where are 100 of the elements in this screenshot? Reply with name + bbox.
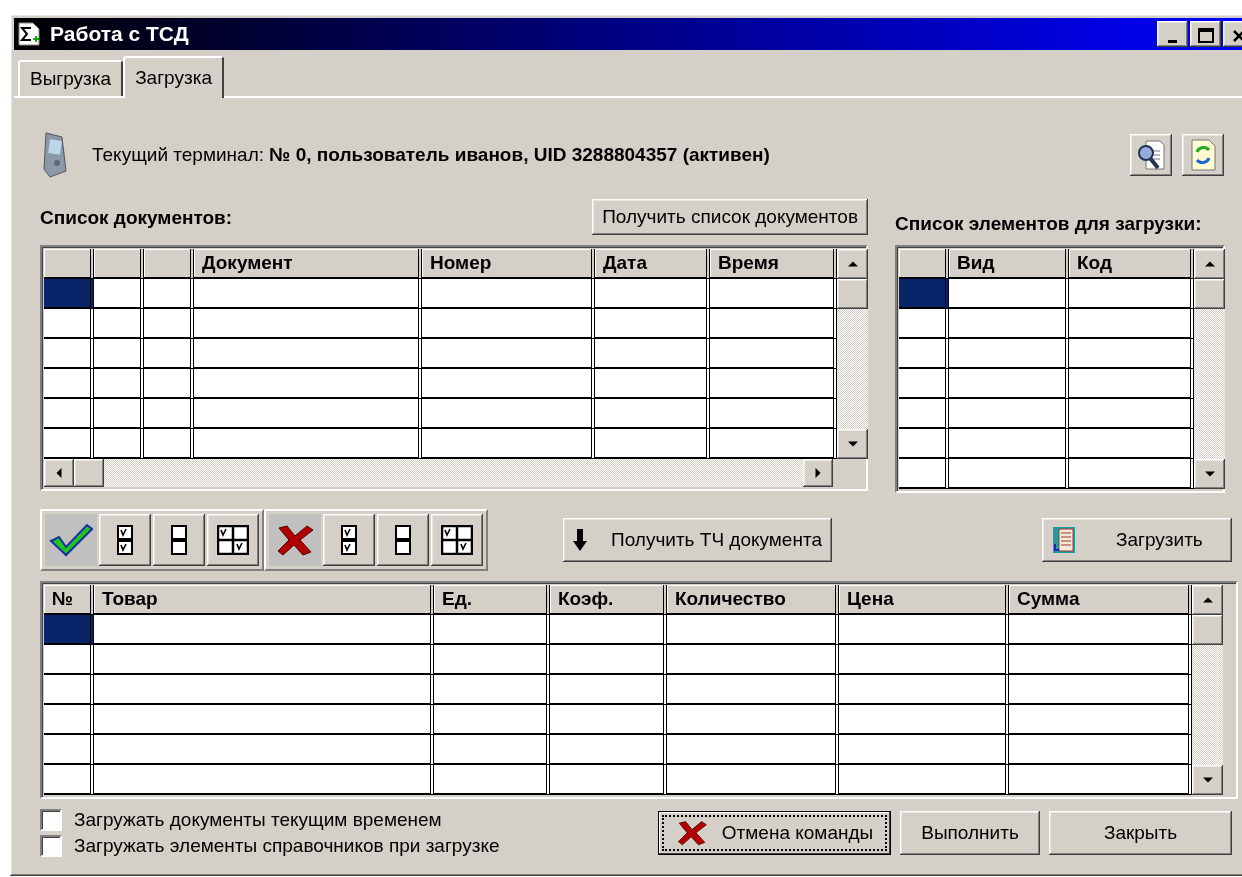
table-cell[interactable] [44,369,94,399]
column-header[interactable]: Вид [949,249,1069,279]
table-cell[interactable] [94,339,144,369]
table-cell[interactable] [899,399,949,429]
table-cell[interactable] [839,675,1009,705]
table-cell[interactable] [1069,369,1194,399]
selected-cell[interactable] [44,279,94,309]
select-all-button[interactable] [45,514,97,566]
vertical-scrollbar[interactable] [837,249,868,459]
table-cell[interactable] [194,279,422,309]
checkbox[interactable] [40,835,62,857]
table-cell[interactable] [595,279,710,309]
option-checkbox[interactable]: Загружать документы текущим временем [40,809,658,831]
table-cell[interactable] [710,429,837,459]
grid-toggle-button[interactable] [207,514,259,566]
table-cell[interactable] [595,309,710,339]
table-cell[interactable] [550,645,667,675]
table-cell[interactable] [44,429,94,459]
table-cell[interactable] [839,765,1009,795]
table-cell[interactable] [194,399,422,429]
table-cell[interactable] [949,399,1069,429]
checkbox[interactable] [40,809,62,831]
column-header[interactable]: Код [1069,249,1194,279]
table-cell[interactable] [94,369,144,399]
scroll-down-button[interactable] [1194,459,1225,489]
table-cell[interactable] [1009,675,1192,705]
table-cell[interactable] [550,675,667,705]
vertical-scrollbar[interactable] [1192,585,1223,795]
table-cell[interactable] [44,309,94,339]
table-cell[interactable] [550,615,667,645]
table-cell[interactable] [667,645,839,675]
column-toggle-button[interactable] [377,514,429,566]
table-cell[interactable] [194,369,422,399]
column-header[interactable] [899,249,949,279]
column-header[interactable]: Цена [839,585,1009,615]
table-cell[interactable] [899,339,949,369]
tab[interactable]: Выгрузка [18,60,124,96]
column-header[interactable] [94,249,144,279]
table-cell[interactable] [550,765,667,795]
table-cell[interactable] [839,615,1009,645]
column-toggle-button[interactable] [323,514,375,566]
table-cell[interactable] [144,369,194,399]
table-cell[interactable] [434,765,550,795]
table-cell[interactable] [949,369,1069,399]
table-cell[interactable] [94,429,144,459]
table-cell[interactable] [710,369,837,399]
load-button[interactable]: Загрузить [1042,518,1232,562]
table-cell[interactable] [94,765,434,795]
scroll-thumb[interactable] [1192,615,1223,645]
column-toggle-button[interactable] [153,514,205,566]
table-cell[interactable] [94,399,144,429]
table-cell[interactable] [422,279,595,309]
table-cell[interactable] [667,765,839,795]
column-header[interactable]: Коэф. [550,585,667,615]
scroll-up-button[interactable] [1194,249,1225,279]
dialog-button[interactable]: Закрыть [1049,811,1232,855]
minimize-button[interactable] [1157,21,1188,47]
vertical-scrollbar[interactable] [1194,249,1225,489]
table-cell[interactable] [434,675,550,705]
table-cell[interactable] [144,309,194,339]
option-checkbox[interactable]: Загружать элементы справочников при загрузке [40,835,658,857]
table-cell[interactable] [595,429,710,459]
scroll-down-button[interactable] [1192,765,1223,795]
table-cell[interactable] [949,309,1069,339]
scroll-down-button[interactable] [837,429,868,459]
horizontal-scrollbar[interactable] [44,459,834,487]
table-cell[interactable] [899,429,949,459]
selected-cell[interactable] [899,279,949,309]
table-cell[interactable] [1069,459,1194,489]
table-cell[interactable] [899,369,949,399]
cancel-button[interactable]: Отмена команды [658,811,891,855]
table-cell[interactable] [422,309,595,339]
table-cell[interactable] [949,339,1069,369]
table-cell[interactable] [434,705,550,735]
table-cell[interactable] [44,705,94,735]
column-toggle-button[interactable] [99,514,151,566]
table-cell[interactable] [94,705,434,735]
table-cell[interactable] [434,615,550,645]
table-cell[interactable] [422,339,595,369]
table-cell[interactable] [94,279,144,309]
fetch-documents-button[interactable]: Получить список документов [592,199,868,235]
table-cell[interactable] [144,399,194,429]
table-cell[interactable] [1009,705,1192,735]
table-cell[interactable] [94,309,144,339]
table-cell[interactable] [949,279,1069,309]
table-cell[interactable] [94,675,434,705]
table-cell[interactable] [422,369,595,399]
table-cell[interactable] [839,735,1009,765]
table-cell[interactable] [44,399,94,429]
table-cell[interactable] [550,735,667,765]
table-cell[interactable] [94,735,434,765]
search-button[interactable] [1130,134,1172,176]
scroll-thumb[interactable] [74,459,104,487]
table-cell[interactable] [94,645,434,675]
table-cell[interactable] [839,705,1009,735]
table-cell[interactable] [94,615,434,645]
table-cell[interactable] [194,309,422,339]
table-cell[interactable] [667,615,839,645]
column-header[interactable]: Ед. [434,585,550,615]
maximize-button[interactable] [1190,21,1221,47]
